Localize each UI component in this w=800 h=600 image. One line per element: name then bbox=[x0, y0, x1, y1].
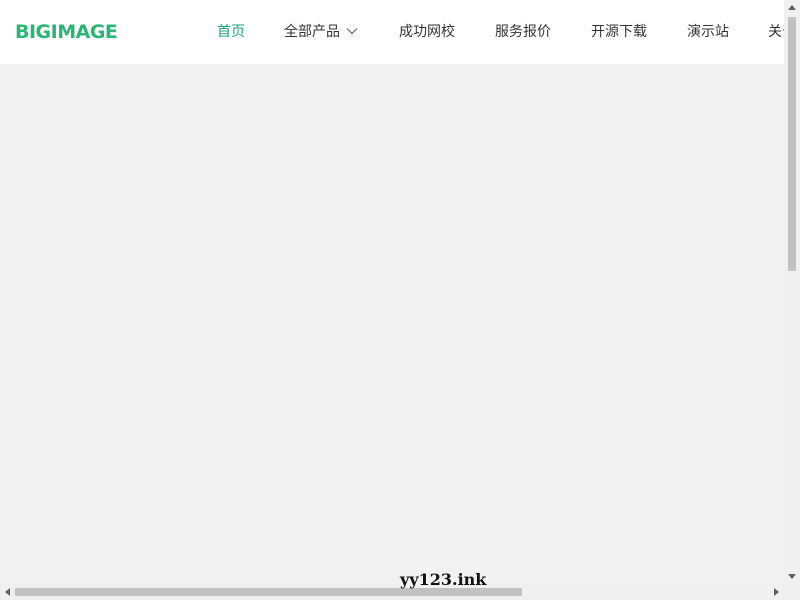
vertical-scroll-thumb[interactable] bbox=[788, 17, 796, 271]
scroll-left-arrow-icon[interactable] bbox=[0, 584, 16, 600]
chevron-down-icon bbox=[346, 21, 358, 41]
scroll-right-arrow-icon[interactable] bbox=[768, 584, 784, 600]
watermark-text: yy123.ink bbox=[400, 570, 487, 589]
nav-item-label: 全部产品 bbox=[284, 24, 340, 40]
nav-item-about[interactable]: 关于 bbox=[768, 22, 784, 42]
nav-item-label: 成功网校 bbox=[399, 24, 455, 40]
horizontal-scrollbar[interactable] bbox=[0, 584, 784, 600]
nav-item-success-school[interactable]: 成功网校 bbox=[399, 22, 455, 42]
nav-item-all-products[interactable]: 全部产品 bbox=[284, 22, 358, 42]
site-header: BIGIMAGE 首页 全部产品 成功网校 服务报价 开源下载 演示站 关于 bbox=[0, 0, 784, 64]
scrollbar-corner bbox=[784, 584, 800, 600]
nav-item-open-source[interactable]: 开源下载 bbox=[591, 22, 647, 42]
nav-item-label: 服务报价 bbox=[495, 24, 551, 40]
main-nav: 首页 全部产品 成功网校 服务报价 开源下载 演示站 关于 bbox=[0, 0, 784, 64]
nav-item-label: 关于 bbox=[768, 24, 784, 40]
scroll-down-arrow-icon[interactable] bbox=[784, 568, 800, 584]
nav-item-label: 首页 bbox=[217, 24, 245, 40]
nav-item-home[interactable]: 首页 bbox=[217, 22, 245, 42]
nav-item-label: 开源下载 bbox=[591, 24, 647, 40]
nav-item-pricing[interactable]: 服务报价 bbox=[495, 22, 551, 42]
nav-item-label: 演示站 bbox=[687, 24, 729, 40]
scroll-up-arrow-icon[interactable] bbox=[784, 0, 800, 16]
nav-item-demo[interactable]: 演示站 bbox=[687, 22, 729, 42]
vertical-scrollbar[interactable] bbox=[784, 0, 800, 584]
